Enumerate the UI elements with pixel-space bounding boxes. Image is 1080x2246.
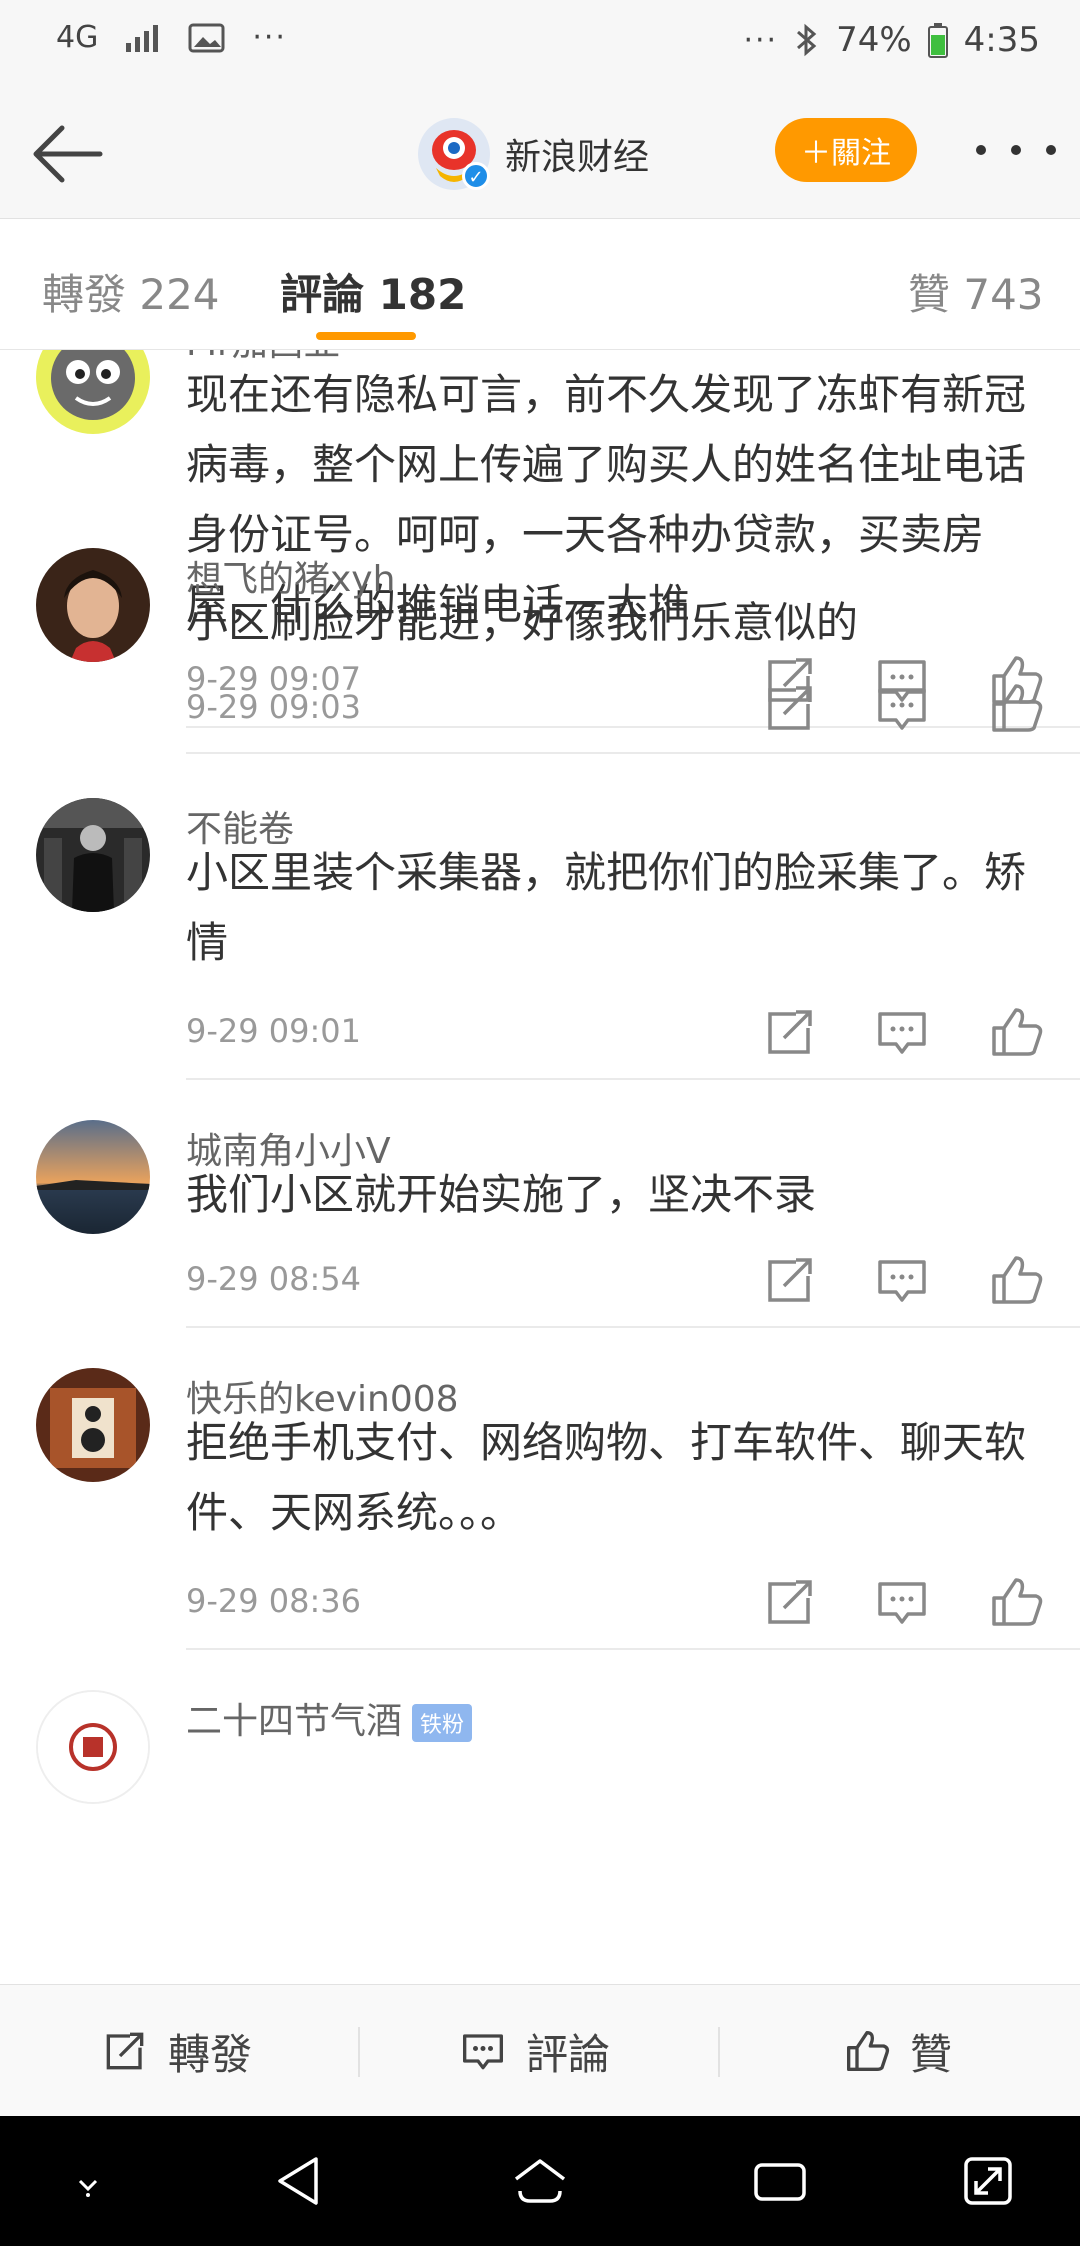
nav-back-icon[interactable] xyxy=(270,2151,330,2211)
comment-text: 小区里装个采集器，就把你们的脸采集了。矫情 xyxy=(186,848,1027,967)
comment-icon[interactable] xyxy=(872,1572,932,1632)
nav-recents-icon[interactable] xyxy=(750,2151,810,2211)
comment-text: 小区刷脸才能进，好像我们乐意似的 xyxy=(186,598,859,647)
avatar[interactable] xyxy=(36,350,150,434)
tab-repost[interactable]: 轉發 224 xyxy=(42,261,220,322)
avatar[interactable] xyxy=(36,798,150,912)
active-tab-indicator xyxy=(316,332,416,340)
status-overflow: ··· xyxy=(252,20,287,55)
sunset-avatar-icon xyxy=(36,1120,150,1234)
repost-icon[interactable] xyxy=(760,1572,820,1632)
chevron-down-icon[interactable] xyxy=(58,2151,118,2211)
comment-icon[interactable] xyxy=(872,1250,932,1310)
tab-comment[interactable]: 評論 182 xyxy=(280,261,466,322)
comment-author-name[interactable]: 二十四节气酒 xyxy=(186,1701,402,1742)
image-icon xyxy=(188,23,225,52)
comment-icon xyxy=(463,2034,503,2070)
divider xyxy=(186,1648,1080,1650)
comment-icon[interactable] xyxy=(872,678,932,738)
comment-label: 評論 xyxy=(526,2029,611,2079)
avatar[interactable] xyxy=(36,1120,150,1234)
like-thumb-icon xyxy=(847,2031,890,2071)
more-options-icon[interactable] xyxy=(976,130,1056,170)
wolf-avatar-icon xyxy=(36,350,150,434)
portrait-avatar-icon xyxy=(36,548,150,662)
comment-list: Mr加西亚 现在还有隐私可言，前不久发现了冻虾有新冠病毒，整个网上传遍了购买人的… xyxy=(0,350,1080,1984)
like-thumb-icon[interactable] xyxy=(986,1572,1046,1632)
comment-icon[interactable] xyxy=(872,1002,932,1062)
divider xyxy=(186,1326,1080,1328)
like-label: 贊 xyxy=(910,2029,953,2079)
avatar[interactable] xyxy=(36,548,150,662)
comment-actions xyxy=(760,1002,1060,1062)
comment-actions xyxy=(760,678,1060,738)
like-thumb-icon[interactable] xyxy=(986,1002,1046,1062)
status-left: 4G ··· xyxy=(56,20,287,55)
system-nav-bar xyxy=(0,2116,1080,2246)
comment-time: 9-29 08:36 xyxy=(186,1582,362,1620)
status-right: ··· 74% 4:35 xyxy=(743,20,1040,60)
clock-time: 4:35 xyxy=(963,20,1040,60)
battery-icon xyxy=(927,23,948,58)
avatar[interactable] xyxy=(36,1368,150,1482)
speaker-avatar-icon xyxy=(36,1368,150,1482)
comment-actions xyxy=(760,1250,1060,1310)
avatar[interactable] xyxy=(36,1690,150,1804)
liquor-brand-avatar-icon xyxy=(38,1692,148,1802)
separator xyxy=(718,2027,720,2077)
back-arrow-icon[interactable] xyxy=(28,118,108,190)
status-bar: 4G ··· ··· 74% 4:35 xyxy=(0,0,1080,90)
repost-icon[interactable] xyxy=(760,1002,820,1062)
repost-icon[interactable] xyxy=(760,1250,820,1310)
header: ✓ 新浪财经 ＋關注 xyxy=(0,90,1080,219)
comment-time: 9-29 09:03 xyxy=(186,688,362,726)
repost-button[interactable]: 轉發 xyxy=(100,1985,252,2117)
comment-author: 二十四节气酒 铁粉 xyxy=(186,1692,473,1744)
repost-icon[interactable] xyxy=(760,678,820,738)
divider xyxy=(186,1078,1080,1080)
repost-icon xyxy=(106,2032,144,2070)
comment-button[interactable]: 評論 xyxy=(458,1985,610,2117)
comment-time: 9-29 09:01 xyxy=(186,1012,362,1050)
bw-photo-avatar-icon xyxy=(36,798,150,912)
comment-time: 9-29 08:54 xyxy=(186,1260,362,1298)
nav-home-icon[interactable] xyxy=(510,2151,570,2211)
comment-text: 我们小区就开始实施了，坚决不录 xyxy=(186,1170,817,1219)
follow-button[interactable]: ＋關注 xyxy=(775,118,917,182)
like-button[interactable]: 贊 xyxy=(842,1985,952,2117)
divider xyxy=(186,752,1080,754)
battery-percent: 74% xyxy=(836,20,912,60)
signal-icon xyxy=(126,24,159,52)
comment-actions xyxy=(760,1572,1060,1632)
bottom-action-bar: 轉發 評論 贊 xyxy=(0,1984,1080,2117)
account-name[interactable]: 新浪财经 xyxy=(505,128,649,180)
tab-bar: 轉發 224 評論 182 贊 743 xyxy=(0,219,1080,350)
network-type: 4G xyxy=(56,20,99,55)
bluetooth-icon xyxy=(797,23,817,57)
verified-badge-icon: ✓ xyxy=(462,162,490,190)
tab-like[interactable]: 贊 743 xyxy=(908,261,1044,322)
nav-expand-icon[interactable] xyxy=(958,2151,1018,2211)
separator xyxy=(358,2027,360,2077)
status-overflow-right: ··· xyxy=(743,22,779,58)
like-thumb-icon[interactable] xyxy=(986,678,1046,738)
comment-text: 拒绝手机支付、网络购物、打车软件、聊天软件、天网系统。。。 xyxy=(186,1418,1027,1537)
fan-badge: 铁粉 xyxy=(412,1704,473,1742)
like-thumb-icon[interactable] xyxy=(986,1250,1046,1310)
repost-label: 轉發 xyxy=(168,2029,253,2079)
